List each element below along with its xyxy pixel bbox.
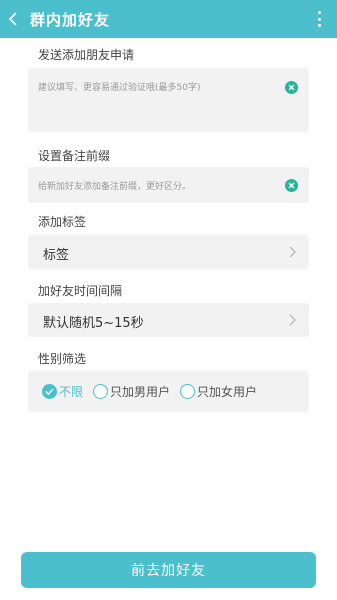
clear-remark-button[interactable] — [285, 179, 298, 192]
more-dot-icon — [317, 11, 321, 14]
gender-option-any-label: 不限 — [59, 385, 84, 399]
gender-option-male[interactable]: 只加男用户 — [93, 383, 170, 400]
clear-request-button[interactable] — [285, 81, 298, 94]
tag-selector[interactable]: 标签 — [28, 235, 309, 269]
close-icon — [288, 84, 295, 91]
chevron-right-icon — [289, 246, 296, 258]
radio-checked-icon — [42, 384, 57, 399]
back-button[interactable] — [0, 0, 26, 38]
interval-value: 默认随机5~15秒 — [43, 316, 144, 331]
page-title: 群内加好友 — [30, 10, 111, 29]
chevron-right-icon — [289, 314, 296, 326]
interval-section-label: 加好友时间间隔 — [38, 284, 123, 298]
gender-option-male-label: 只加男用户 — [110, 385, 171, 399]
gender-filter: 不限 只加男用户 只加女用户 — [28, 371, 309, 412]
title-bar: 群内加好友 — [0, 0, 337, 38]
more-dot-icon — [317, 24, 321, 27]
more-options-button[interactable] — [313, 9, 325, 29]
remark-prefix-field[interactable]: 给新加好友添加备注前缀，更好区分。 — [28, 167, 309, 203]
gender-section-label: 性别筛选 — [38, 352, 87, 366]
chevron-left-icon — [9, 12, 17, 26]
go-add-friends-button[interactable]: 前去加好友 — [21, 552, 316, 588]
remark-prefix-placeholder: 给新加好友添加备注前缀，更好区分。 — [38, 182, 192, 192]
tag-section-label: 添加标签 — [38, 215, 87, 229]
gender-option-female[interactable]: 只加女用户 — [180, 383, 257, 400]
radio-unchecked-icon — [93, 384, 109, 399]
remark-section-label: 设置备注前缀 — [38, 149, 111, 163]
request-message-field[interactable]: 建议填写、更容易通过验证哦(最多50字) — [28, 68, 309, 132]
close-icon — [288, 182, 295, 189]
more-dot-icon — [317, 17, 321, 21]
interval-selector[interactable]: 默认随机5~15秒 — [28, 303, 309, 337]
gender-option-female-label: 只加女用户 — [197, 385, 258, 399]
radio-unchecked-icon — [180, 384, 196, 399]
request-message-placeholder: 建议填写、更容易通过验证哦(最多50字) — [38, 83, 201, 93]
check-icon — [45, 388, 54, 395]
request-section-label: 发送添加朋友申请 — [38, 48, 135, 62]
gender-option-any[interactable]: 不限 — [42, 383, 83, 400]
tag-value: 标签 — [43, 248, 70, 263]
